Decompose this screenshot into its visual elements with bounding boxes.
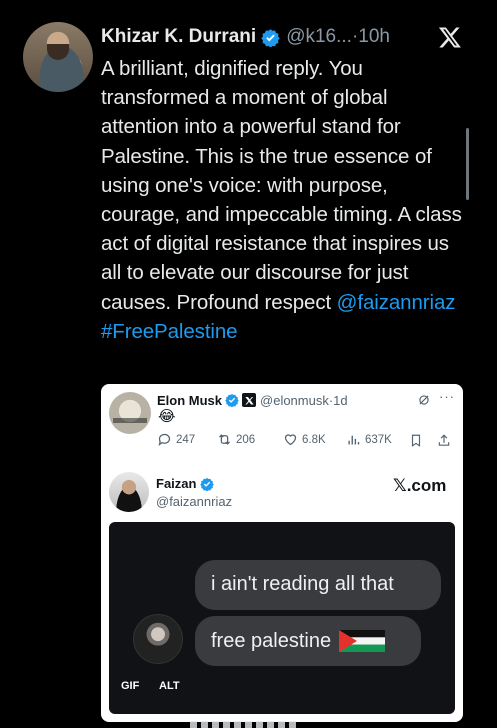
hashtag-link[interactable]: #FreePalestine [101, 320, 238, 343]
x-affiliate-badge-icon [242, 393, 257, 407]
views-action: 637K [346, 432, 392, 447]
inner-author-avatar [109, 472, 149, 512]
inner-author-name-row: Faizan [156, 476, 215, 491]
author-avatar[interactable] [23, 22, 93, 92]
chat-bubble-2-text: free palestine [211, 630, 332, 652]
inner-verified-icon [200, 477, 215, 491]
mention-link[interactable]: @faizannriaz [337, 291, 456, 314]
author-handle-time[interactable]: @k16...·10h [286, 26, 390, 48]
x-com-label: 𝕏.com [393, 476, 447, 495]
quoted-emoji: 😂 [158, 408, 176, 425]
more-options-icon: ··· [439, 389, 455, 404]
grok-icon [419, 395, 429, 405]
chat-bubble-1: i ain't reading all that [195, 560, 441, 610]
quoted-tweet-header: Elon Musk @elonmusk·1d [157, 391, 348, 409]
author-display-name[interactable]: Khizar K. Durrani [101, 26, 256, 48]
like-count: 6.8K [302, 433, 326, 446]
quoted-verified-icon [225, 393, 239, 407]
repost-icon [219, 434, 230, 445]
chat-bubble-2: free palestine [195, 616, 421, 666]
reply-count: 247 [176, 433, 196, 446]
verified-badge-icon [261, 28, 280, 47]
tweet-header: Khizar K. Durrani @k16...·10h [101, 25, 481, 49]
quoted-action-bar: 247 206 6.8K 637K [157, 432, 457, 450]
quoted-author-name: Elon Musk [157, 392, 223, 408]
tweet[interactable]: Khizar K. Durrani @k16...·10h A brillian… [0, 0, 497, 728]
tweet-text: A brilliant, dignified reply. You transf… [101, 57, 462, 314]
inner-author-name: Faizan [156, 476, 197, 491]
repost-action: 206 [217, 432, 255, 447]
share-icon [438, 434, 450, 446]
reply-action: 247 [157, 432, 195, 447]
alt-badge: ALT [159, 680, 180, 692]
quoted-author-avatar [109, 392, 151, 434]
like-action: 6.8K [283, 432, 326, 447]
views-count: 637K [365, 433, 392, 446]
inner-author-handle: @faizannriaz [156, 494, 233, 509]
scrollbar[interactable] [466, 128, 469, 200]
heart-icon [284, 434, 297, 446]
bookmark-icon [411, 434, 421, 447]
chat-avatar [133, 614, 183, 664]
gif-badge: GIF [121, 680, 140, 692]
reply-icon [158, 433, 171, 446]
x-logo-icon [438, 27, 461, 48]
views-icon [348, 435, 360, 445]
quoted-tweet-image[interactable]: Elon Musk @elonmusk·1d ··· 😂 247 206 6.8… [101, 384, 463, 722]
palestine-flag-icon [339, 630, 386, 652]
repost-count: 206 [236, 433, 256, 446]
next-post-peek [190, 721, 300, 728]
tweet-body: A brilliant, dignified reply. You transf… [101, 54, 466, 346]
quoted-handle-time: @elonmusk·1d [260, 392, 348, 408]
